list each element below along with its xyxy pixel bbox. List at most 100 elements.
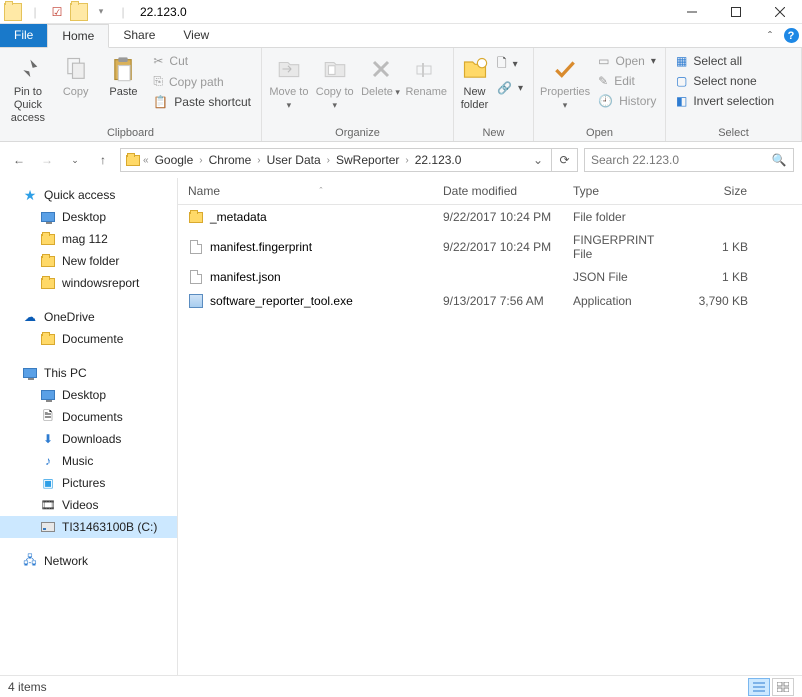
file-icon (188, 269, 204, 285)
breadcrumb-item[interactable]: User Data (263, 153, 325, 167)
move-to-button[interactable]: Move to (268, 52, 310, 112)
nav-item-downloads[interactable]: ⬇Downloads (0, 428, 177, 450)
navigation-pane: ★Quick access Desktop mag 112 New folder… (0, 178, 178, 675)
breadcrumb-item[interactable]: SwReporter (332, 153, 403, 167)
ribbon-collapse-icon[interactable]: ˆ (760, 24, 780, 47)
tab-view[interactable]: View (169, 24, 223, 47)
nav-item-drive-c[interactable]: TI31463100B (C:) (0, 516, 177, 538)
column-header-date[interactable]: Date modified (433, 178, 563, 204)
search-icon[interactable]: 🔍 (771, 153, 787, 167)
copy-button[interactable]: Copy (54, 52, 98, 99)
copy-path-button[interactable]: ⎘Copy path (149, 72, 255, 91)
folder-icon (40, 331, 56, 347)
file-row[interactable]: manifest.json JSON File 1 KB (178, 265, 802, 289)
edit-button[interactable]: ✎Edit (594, 72, 660, 90)
history-button[interactable]: 🕘History (594, 92, 660, 110)
invert-selection-button[interactable]: ◧Invert selection (672, 92, 778, 110)
quick-access-toolbar: | ☑ ▾ | (0, 3, 132, 21)
file-row[interactable]: manifest.fingerprint 9/22/2017 10:24 PM … (178, 229, 802, 265)
maximize-button[interactable] (714, 0, 758, 24)
chevron-right-icon[interactable]: › (199, 155, 202, 166)
new-folder-button[interactable]: New folder (460, 52, 489, 112)
help-button[interactable]: ? (780, 24, 802, 47)
paste-shortcut-button[interactable]: 📋Paste shortcut (149, 93, 255, 111)
open-button[interactable]: ▭Open ▾ (594, 52, 660, 70)
copy-path-icon: ⎘ (153, 74, 163, 89)
select-none-button[interactable]: ▢Select none (672, 72, 778, 90)
file-icon (188, 239, 204, 255)
file-row[interactable]: software_reporter_tool.exe 9/13/2017 7:5… (178, 289, 802, 313)
ribbon-group-select: ▦Select all ▢Select none ◧Invert selecti… (666, 48, 802, 141)
search-box[interactable]: Search 22.123.0 🔍 (584, 148, 794, 172)
column-header-size[interactable]: Size (678, 178, 758, 204)
nav-onedrive[interactable]: ☁OneDrive (0, 306, 177, 328)
nav-item-documents[interactable]: 🗎Documents (0, 406, 177, 428)
nav-item-music[interactable]: ♪Music (0, 450, 177, 472)
folder-icon (40, 231, 56, 247)
breadcrumb-item[interactable]: Chrome (205, 153, 256, 167)
nav-item-new-folder[interactable]: New folder (0, 250, 177, 272)
videos-icon: 🎞 (40, 497, 56, 513)
qat-separator: | (26, 3, 44, 21)
forward-button[interactable]: → (36, 149, 58, 171)
rename-button[interactable]: Rename (405, 52, 447, 99)
nav-item-mag112[interactable]: mag 112 (0, 228, 177, 250)
select-all-button[interactable]: ▦Select all (672, 52, 778, 70)
tab-file[interactable]: File (0, 24, 47, 47)
cut-button[interactable]: ✂Cut (149, 52, 255, 70)
ribbon-group-organize: Move to Copy to Delete Rename Organize (262, 48, 454, 141)
thumbnails-view-button[interactable] (772, 678, 794, 696)
column-header-name[interactable]: Nameˆ (178, 178, 433, 204)
nav-network[interactable]: 🖧Network (0, 550, 177, 572)
easy-access-button[interactable]: 🔗▾ (493, 79, 527, 97)
back-button[interactable]: ← (8, 149, 30, 171)
open-icon: ▭ (598, 54, 609, 68)
nav-item-windowsreport[interactable]: windowsreport (0, 272, 177, 294)
scissors-icon: ✂ (153, 54, 163, 68)
status-bar: 4 items (0, 675, 802, 697)
nav-item-pictures[interactable]: ▣Pictures (0, 472, 177, 494)
delete-button[interactable]: Delete (360, 52, 402, 99)
history-icon: 🕘 (598, 94, 613, 108)
nav-this-pc[interactable]: This PC (0, 362, 177, 384)
column-headers: Nameˆ Date modified Type Size (178, 178, 802, 205)
chevron-right-icon[interactable]: › (327, 155, 330, 166)
address-bar[interactable]: « Google › Chrome › User Data › SwReport… (120, 148, 552, 172)
nav-item-documente[interactable]: Documente (0, 328, 177, 350)
address-dropdown-icon[interactable]: ⌄ (529, 153, 547, 167)
chevron-right-icon[interactable]: › (257, 155, 260, 166)
chevron-right-icon[interactable]: « (143, 155, 149, 166)
new-item-button[interactable]: 🗋▾ (493, 52, 527, 77)
qat-dropdown-icon[interactable]: ▾ (92, 3, 110, 21)
tab-share[interactable]: Share (109, 24, 169, 47)
paste-button[interactable]: Paste (102, 52, 146, 99)
chevron-right-icon[interactable]: › (405, 155, 408, 166)
column-header-type[interactable]: Type (563, 178, 678, 204)
recent-locations-button[interactable]: ⌄ (64, 149, 86, 171)
minimize-button[interactable] (670, 0, 714, 24)
up-button[interactable]: ↑ (92, 149, 114, 171)
pictures-icon: ▣ (40, 475, 56, 491)
drive-icon (40, 519, 56, 535)
close-button[interactable] (758, 0, 802, 24)
nav-item-videos[interactable]: 🎞Videos (0, 494, 177, 516)
help-icon: ? (784, 28, 799, 43)
pin-to-quick-access-button[interactable]: Pin to Quick access (6, 52, 50, 125)
nav-quick-access[interactable]: ★Quick access (0, 184, 177, 206)
rename-icon (405, 52, 447, 86)
file-row[interactable]: _metadata 9/22/2017 10:24 PM File folder (178, 205, 802, 229)
details-view-button[interactable] (748, 678, 770, 696)
nav-item-pc-desktop[interactable]: Desktop (0, 384, 177, 406)
breadcrumb-item[interactable]: 22.123.0 (411, 153, 466, 167)
ribbon: Pin to Quick access Copy Paste ✂Cut ⎘Cop… (0, 48, 802, 142)
refresh-button[interactable]: ⟳ (552, 148, 578, 172)
properties-button[interactable]: Properties (540, 52, 590, 112)
star-icon: ★ (22, 187, 38, 203)
breadcrumb-item[interactable]: Google (151, 153, 198, 167)
folder-icon (40, 253, 56, 269)
ribbon-group-new: New folder 🗋▾ 🔗▾ New (454, 48, 534, 141)
qat-properties-icon[interactable]: ☑ (48, 3, 66, 21)
nav-item-desktop[interactable]: Desktop (0, 206, 177, 228)
copy-to-button[interactable]: Copy to (314, 52, 356, 112)
tab-home[interactable]: Home (47, 24, 109, 48)
